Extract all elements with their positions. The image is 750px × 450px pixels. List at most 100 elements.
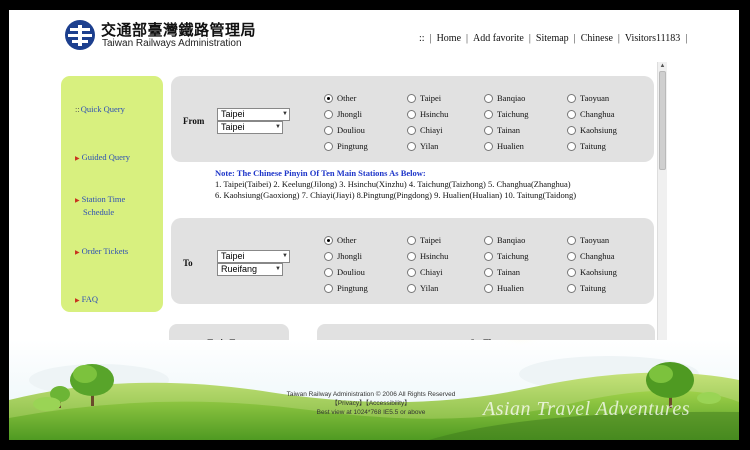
vertical-scrollbar[interactable]: ▲ ▼ [657, 62, 667, 350]
radio-circle[interactable] [324, 251, 333, 261]
radio-circle[interactable] [324, 141, 333, 151]
railway-logo-icon[interactable] [65, 20, 95, 50]
from-radio-douliou[interactable]: Douliou [324, 125, 365, 135]
radio-circle[interactable] [567, 109, 576, 119]
to-radio-jhongli[interactable]: Jhongli [324, 251, 362, 261]
radio-circle[interactable] [407, 267, 416, 277]
radio-circle[interactable] [324, 283, 333, 293]
from-region-select[interactable]: Taipei ▼ [217, 108, 290, 121]
radio-circle[interactable] [567, 267, 576, 277]
radio-circle[interactable] [324, 109, 333, 119]
radio-circle[interactable] [484, 93, 493, 103]
from-radio-tainan[interactable]: Tainan [484, 125, 520, 135]
radio-circle[interactable] [567, 125, 576, 135]
from-radio-hsinchu[interactable]: Hsinchu [407, 109, 448, 119]
radio-circle[interactable] [484, 251, 493, 261]
radio-circle[interactable] [407, 125, 416, 135]
from-radio-taitung[interactable]: Taitung [567, 141, 606, 151]
grip-icon: :: [75, 104, 80, 114]
radio-label: Pingtung [337, 141, 368, 151]
from-radio-yilan[interactable]: Yilan [407, 141, 438, 151]
nav-add-favorite-link[interactable]: Add favorite [473, 33, 524, 44]
radio-circle[interactable] [567, 93, 576, 103]
to-radio-hualien[interactable]: Hualien [484, 283, 524, 293]
radio-circle[interactable] [324, 93, 333, 103]
page-footer: Taiwan Railway Administration © 2006 All… [271, 390, 471, 417]
radio-label: Hsinchu [420, 251, 449, 261]
from-radio-hualien[interactable]: Hualien [484, 141, 524, 151]
radio-circle[interactable] [407, 109, 416, 119]
radio-circle[interactable] [484, 141, 493, 151]
from-radio-kaohsiung[interactable]: Kaohsiung [567, 125, 617, 135]
radio-circle[interactable] [407, 93, 416, 103]
radio-label: Taitung [580, 141, 606, 151]
radio-circle[interactable] [407, 141, 416, 151]
to-radio-taitung[interactable]: Taitung [567, 283, 606, 293]
menu-item-order-tickets[interactable]: ▶ Order Tickets [75, 246, 128, 259]
visitor-counter: Visitors11183 [624, 33, 681, 44]
from-radio-pingtung[interactable]: Pingtung [324, 141, 368, 151]
to-region-select[interactable]: Taipei ▼ [217, 250, 290, 263]
watermark-text: Asian Travel Adventures [483, 398, 691, 420]
radio-circle[interactable] [567, 235, 576, 245]
to-radio-taichung[interactable]: Taichung [484, 251, 529, 261]
arrow-right-icon: ▶ [75, 250, 80, 256]
radio-circle[interactable] [407, 283, 416, 293]
nav-home-link[interactable]: Home [437, 33, 461, 44]
nav-sitemap-link[interactable]: Sitemap [536, 33, 569, 44]
scrollbar-thumb[interactable] [659, 71, 666, 170]
footer-best-view: Best view at 1024*768 IE5.5 or above [316, 409, 426, 416]
radio-circle[interactable] [484, 283, 493, 293]
to-radio-yilan[interactable]: Yilan [407, 283, 438, 293]
to-radio-douliou[interactable]: Douliou [324, 267, 365, 277]
radio-label: Yilan [420, 141, 439, 151]
to-radio-taoyuan[interactable]: Taoyuan [567, 235, 609, 245]
radio-label: Chiayi [420, 125, 443, 135]
radio-circle[interactable] [484, 235, 493, 245]
radio-circle[interactable] [407, 251, 416, 261]
to-radio-pingtung[interactable]: Pingtung [324, 283, 368, 293]
to-radio-tainan[interactable]: Tainan [484, 267, 520, 277]
note-line-1: 1. Taipei(Taibei) 2. Keelung(Jilong) 3. … [215, 179, 571, 189]
from-radio-taichung[interactable]: Taichung [484, 109, 529, 119]
menu-item-faq[interactable]: ▶ FAQ [75, 294, 98, 307]
to-radio-banqiao[interactable]: Banqiao [484, 235, 525, 245]
footer-links[interactable]: 【Privacy】【Accessibility】 [271, 399, 471, 408]
chevron-down-icon: ▼ [282, 111, 288, 117]
from-radio-other[interactable]: Other [324, 93, 356, 103]
radio-label: Kaohsiung [580, 267, 617, 277]
to-radio-taipei[interactable]: Taipei [407, 235, 441, 245]
to-radio-changhua[interactable]: Changhua [567, 251, 614, 261]
radio-circle[interactable] [484, 267, 493, 277]
menu-item-guided-query[interactable]: ▶ Guided Query [75, 152, 130, 165]
to-radio-other[interactable]: Other [324, 235, 356, 245]
radio-circle[interactable] [484, 109, 493, 119]
radio-circle[interactable] [407, 235, 416, 245]
scroll-up-icon[interactable]: ▲ [658, 62, 667, 71]
from-radio-banqiao[interactable]: Banqiao [484, 93, 525, 103]
from-radio-chiayi[interactable]: Chiayi [407, 125, 443, 135]
menu-item-quick-query[interactable]: ::Quick Query [75, 104, 125, 115]
from-radio-jhongli[interactable]: Jhongli [324, 109, 362, 119]
from-radio-changhua[interactable]: Changhua [567, 109, 614, 119]
radio-circle[interactable] [324, 235, 333, 245]
footer-copyright: Taiwan Railway Administration © 2006 All… [286, 391, 456, 398]
to-radio-hsinchu[interactable]: Hsinchu [407, 251, 448, 261]
radio-label: Taipei [420, 235, 442, 245]
radio-label: Tainan [497, 125, 521, 135]
to-radio-chiayi[interactable]: Chiayi [407, 267, 443, 277]
radio-circle[interactable] [324, 125, 333, 135]
menu-item-station-time-schedule[interactable]: ▶ Station Time Schedule [75, 194, 125, 218]
chevron-down-icon: ▼ [275, 266, 281, 272]
radio-circle[interactable] [567, 251, 576, 261]
radio-circle[interactable] [567, 283, 576, 293]
to-radio-kaohsiung[interactable]: Kaohsiung [567, 267, 617, 277]
radio-circle[interactable] [484, 125, 493, 135]
from-station-select[interactable]: Taipei ▼ [217, 121, 283, 134]
nav-chinese-link[interactable]: Chinese [581, 33, 613, 44]
radio-circle[interactable] [324, 267, 333, 277]
from-radio-taipei[interactable]: Taipei [407, 93, 441, 103]
to-station-select[interactable]: Rueifang ▼ [217, 263, 283, 276]
radio-circle[interactable] [567, 141, 576, 151]
from-radio-taoyuan[interactable]: Taoyuan [567, 93, 609, 103]
